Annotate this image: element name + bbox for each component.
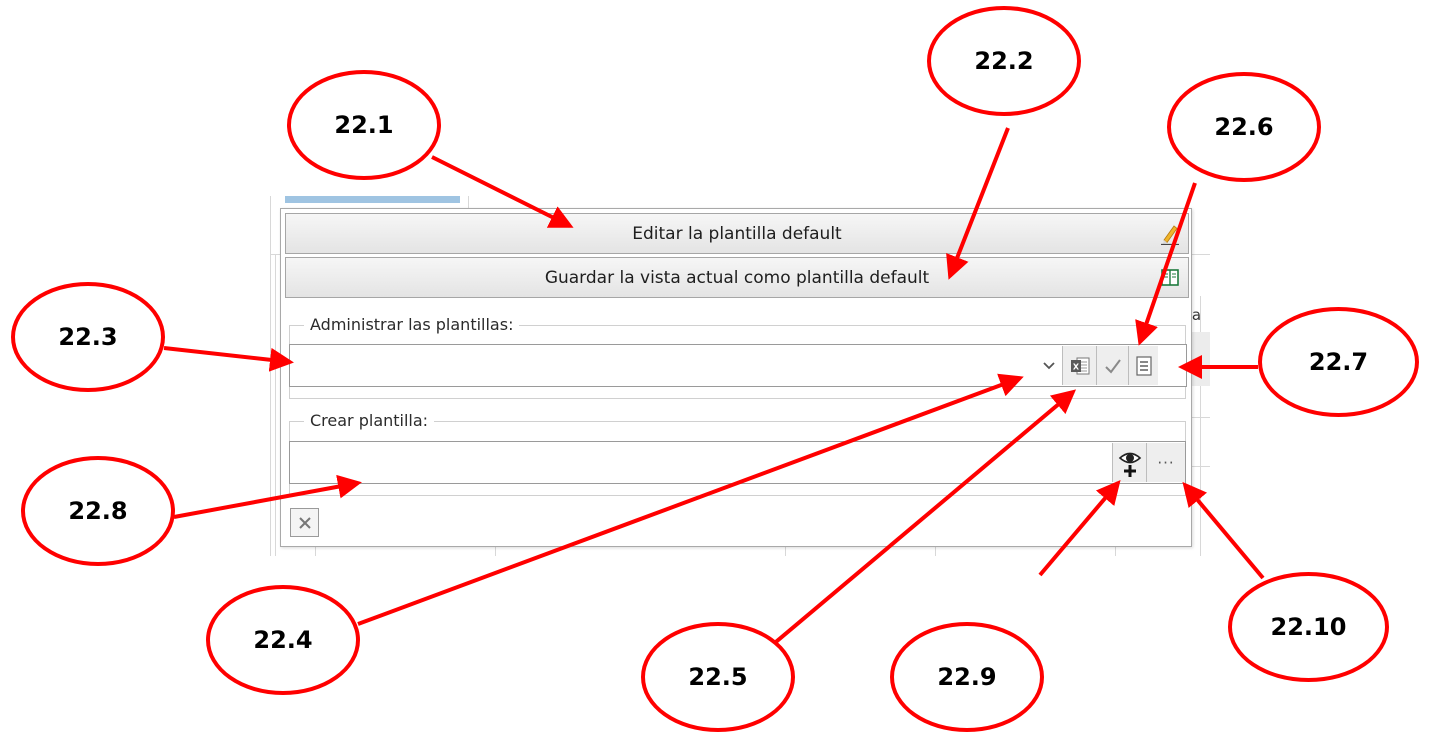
arrow-22-4 (357, 373, 1024, 626)
arrow-22-8 (173, 474, 362, 519)
callout-22-4: 22.4 (206, 585, 360, 695)
callout-22-3: 22.3 (11, 282, 165, 392)
callout-22-8: 22.8 (21, 456, 175, 566)
callout-22-1: 22.1 (287, 70, 441, 180)
callout-22-2: 22.2 (927, 6, 1081, 116)
callout-22-7: 22.7 (1258, 307, 1419, 417)
arrow-22-10 (1182, 481, 1265, 580)
callout-22-9: 22.9 (890, 622, 1044, 732)
arrow-22-6 (1135, 182, 1197, 346)
arrow-22-5 (756, 389, 1077, 659)
callout-22-5: 22.5 (641, 622, 795, 732)
callout-22-10: 22.10 (1228, 572, 1389, 682)
arrow-22-1 (431, 155, 574, 228)
arrow-22-9 (1038, 479, 1121, 577)
arrow-22-3 (163, 346, 294, 372)
arrow-22-2 (946, 127, 1010, 280)
callout-22-6: 22.6 (1167, 72, 1321, 182)
